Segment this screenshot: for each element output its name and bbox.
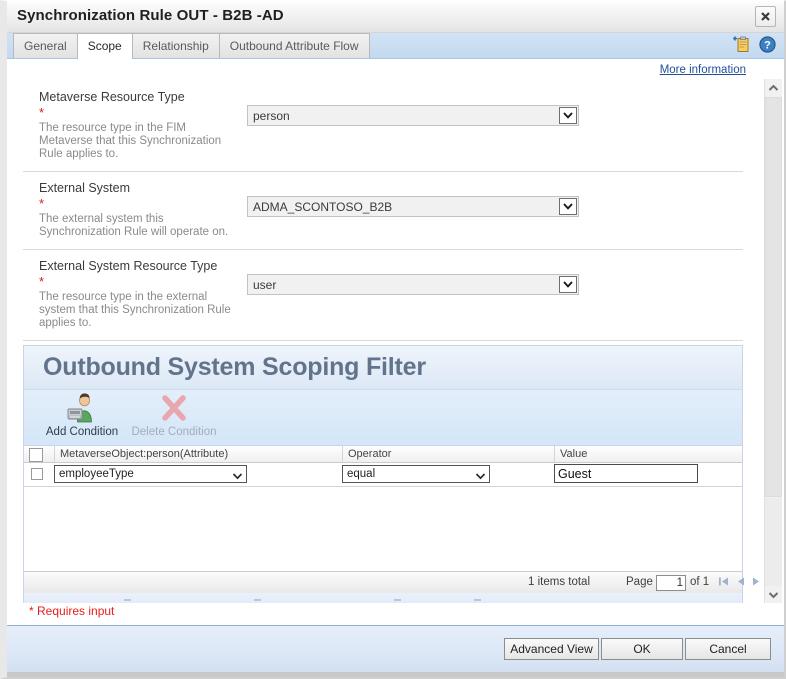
field-external-system-resource-type: External System Resource Type * The reso…	[23, 250, 743, 341]
cell-value	[554, 464, 698, 487]
dialog-footer: Advanced View OK Cancel	[7, 625, 784, 677]
value-input[interactable]	[554, 464, 698, 483]
select-value: user	[253, 278, 276, 292]
filter-tick	[394, 599, 401, 601]
tab-scope[interactable]: Scope	[77, 33, 133, 59]
svg-text:?: ?	[764, 40, 771, 52]
title-bar: Synchronization Rule OUT - B2B -AD	[7, 1, 784, 33]
scroll-up-button[interactable]	[765, 79, 782, 96]
grid-filter-strip	[24, 593, 742, 603]
field-description: The resource type in the FIM Metaverse t…	[39, 122, 239, 161]
attribute-select-value: employeeType	[59, 468, 134, 480]
grid-pager: 1 items total Page of 1	[24, 571, 742, 593]
grid-header-operator: Operator	[342, 446, 554, 462]
operator-select-value: equal	[347, 468, 375, 480]
external-system-select[interactable]: ADMA_SCONTOSO_B2B	[247, 196, 579, 217]
dialog-content: More information Metaverse Resource Type…	[7, 59, 784, 625]
grid-header-row: MetaverseObject:person(Attribute) Operat…	[24, 446, 742, 463]
row-checkbox[interactable]	[31, 468, 43, 480]
scope-panel-title: Outbound System Scoping Filter	[24, 346, 742, 390]
tab-strip-icons: ?	[727, 36, 776, 56]
first-page-button[interactable]	[718, 576, 729, 590]
conditions-grid: MetaverseObject:person(Attribute) Operat…	[24, 446, 742, 603]
taskbar-sliver	[7, 672, 786, 677]
tab-general[interactable]: General	[13, 33, 78, 58]
field-label: External System Resource Type	[39, 259, 743, 273]
cell-operator: equal	[342, 465, 490, 488]
grid-header-value: Value	[554, 446, 756, 462]
delete-condition-label: Delete Condition	[128, 426, 220, 438]
chevron-up-icon	[768, 84, 779, 92]
more-information-link[interactable]: More information	[660, 64, 746, 76]
grid-header-select-all	[24, 446, 54, 462]
filter-tick	[124, 599, 131, 601]
external-system-resource-type-select[interactable]: user	[247, 274, 579, 295]
scope-toolbar: Add Condition Delete Condition	[24, 390, 742, 446]
prev-page-button[interactable]	[735, 576, 746, 590]
close-icon	[761, 12, 770, 21]
field-description: The resource type in the external system…	[39, 291, 239, 330]
page-of-label: of 1	[690, 576, 709, 588]
filter-tick	[254, 599, 261, 601]
chevron-down-icon[interactable]	[475, 469, 486, 483]
prev-page-icon	[735, 576, 746, 587]
tab-relationship[interactable]: Relationship	[132, 33, 220, 58]
field-external-system: External System * The external system th…	[23, 172, 743, 250]
grid-header-attribute: MetaverseObject:person(Attribute)	[54, 446, 342, 462]
scrollbar-track[interactable]	[765, 498, 782, 586]
delete-condition-button[interactable]: Delete Condition	[128, 392, 220, 438]
field-control: user	[247, 274, 579, 295]
field-control: ADMA_SCONTOSO_B2B	[247, 196, 579, 217]
cell-attribute: employeeType	[54, 465, 247, 488]
add-condition-button[interactable]: Add Condition	[36, 392, 128, 438]
table-row[interactable]: employeeType e	[24, 463, 742, 487]
next-page-icon	[751, 576, 759, 587]
requires-input-note: * Requires input	[29, 604, 114, 618]
filter-tick	[474, 599, 481, 601]
grid-body: employeeType e	[24, 463, 742, 571]
chevron-down-icon[interactable]	[559, 107, 577, 124]
attribute-select[interactable]: employeeType	[54, 465, 247, 483]
field-control: person	[247, 105, 579, 126]
metaverse-resource-type-select[interactable]: person	[247, 105, 579, 126]
page-label: Page	[626, 576, 653, 588]
select-all-checkbox[interactable]	[29, 448, 43, 462]
cancel-button[interactable]: Cancel	[685, 638, 771, 660]
chevron-down-icon	[768, 591, 779, 599]
field-metaverse-resource-type: Metaverse Resource Type * The resource t…	[23, 81, 743, 172]
tab-outbound-attribute-flow[interactable]: Outbound Attribute Flow	[219, 33, 370, 58]
select-value: person	[253, 109, 290, 123]
scroll-down-button[interactable]	[765, 586, 782, 603]
tab-strip: GeneralScopeRelationshipOutbound Attribu…	[7, 33, 784, 59]
scope-panel-title-text: Outbound System Scoping Filter	[24, 346, 742, 382]
field-label: Metaverse Resource Type	[39, 90, 743, 104]
field-label: External System	[39, 181, 743, 195]
page-number-input[interactable]	[656, 575, 686, 591]
select-value: ADMA_SCONTOSO_B2B	[253, 200, 392, 214]
close-button[interactable]	[755, 6, 776, 27]
ok-button[interactable]: OK	[601, 638, 683, 660]
add-person-icon	[36, 392, 128, 424]
add-to-clipboard-icon[interactable]	[733, 36, 750, 56]
operator-select[interactable]: equal	[342, 465, 490, 483]
vertical-scrollbar[interactable]	[764, 79, 782, 603]
advanced-view-button[interactable]: Advanced View	[504, 638, 599, 660]
window-title: Synchronization Rule OUT - B2B -AD	[17, 7, 284, 24]
chevron-down-icon[interactable]	[232, 469, 243, 483]
chevron-down-icon[interactable]	[559, 276, 577, 293]
scrollbar-thumb[interactable]	[765, 97, 782, 497]
first-page-icon	[718, 576, 729, 587]
delete-x-icon	[128, 392, 220, 424]
items-total-label: 1 items total	[528, 576, 590, 588]
scroll-viewport: Metaverse Resource Type * The resource t…	[7, 81, 759, 603]
next-page-button[interactable]	[751, 576, 759, 590]
help-icon[interactable]: ?	[759, 36, 776, 56]
add-condition-label: Add Condition	[36, 426, 128, 438]
dialog-window: Synchronization Rule OUT - B2B -AD Gener…	[0, 0, 786, 679]
outbound-system-scoping-filter-panel: Outbound System Scoping Filter	[23, 345, 743, 603]
chevron-down-icon[interactable]	[559, 198, 577, 215]
field-description: The external system this Synchronization…	[39, 213, 239, 239]
